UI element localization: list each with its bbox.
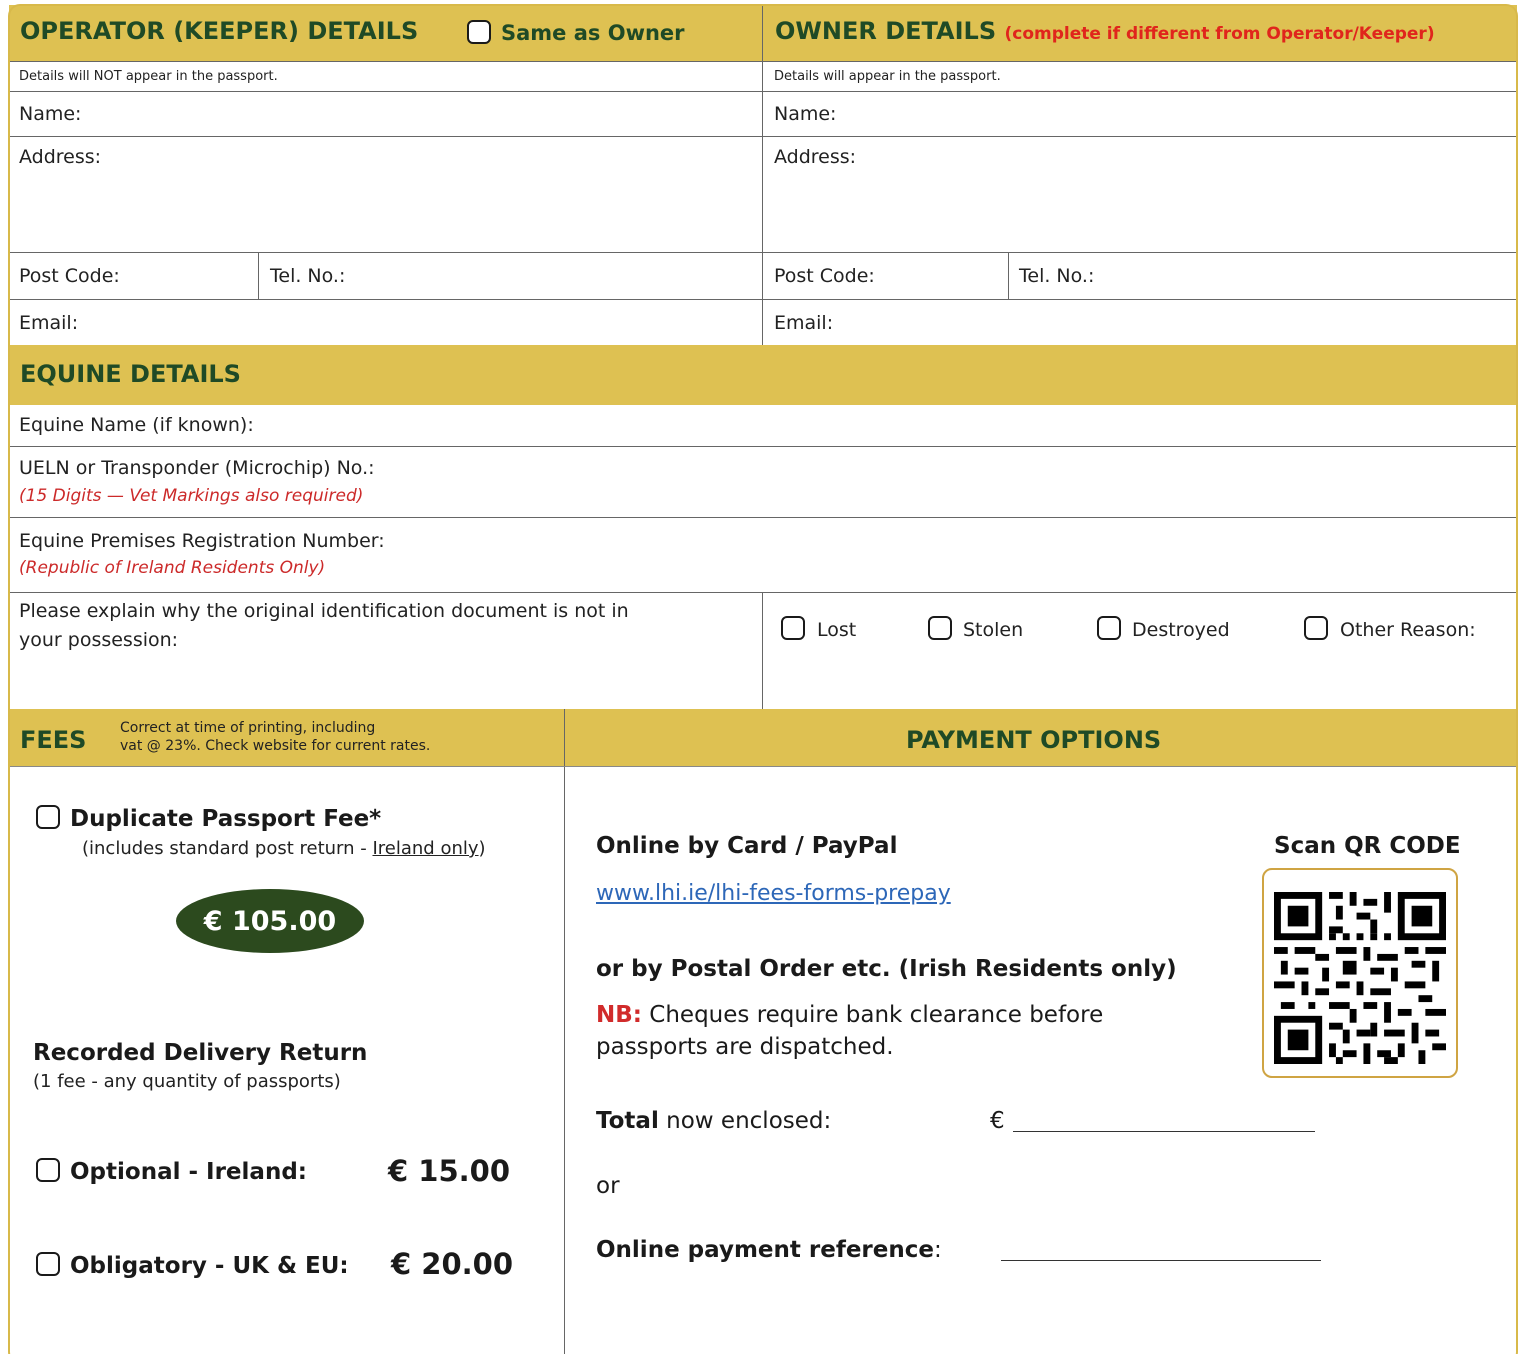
form-frame bbox=[8, 4, 1518, 1354]
